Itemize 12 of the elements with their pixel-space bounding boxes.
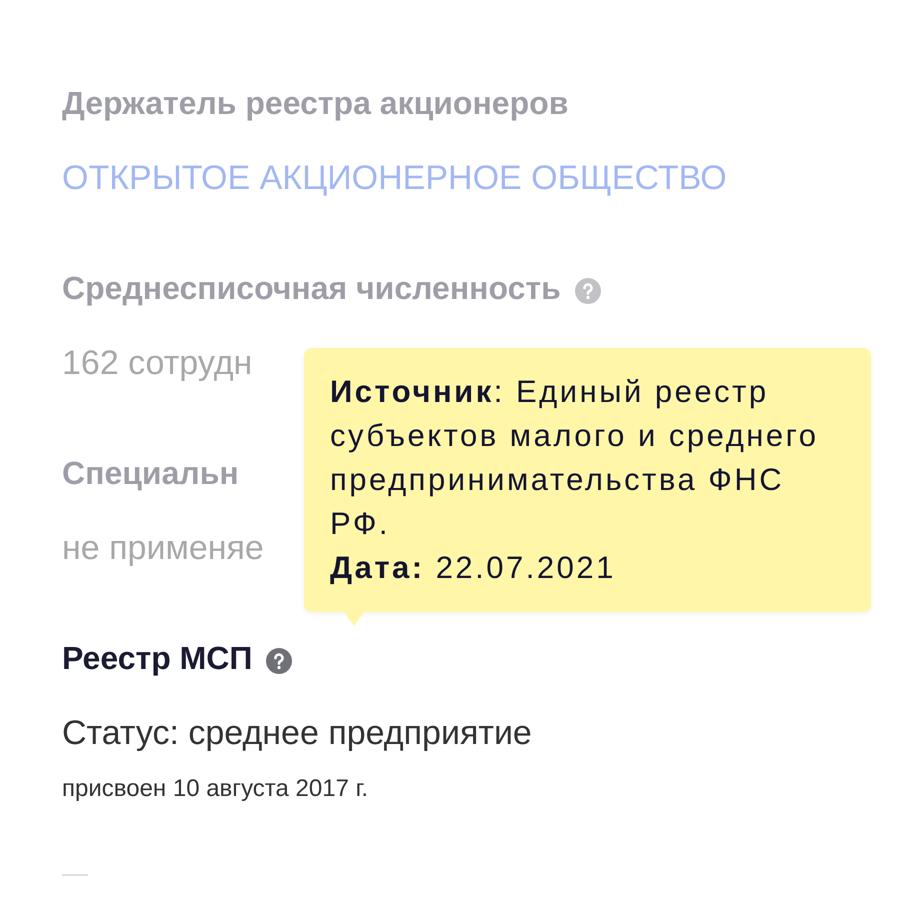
help-icon[interactable] bbox=[266, 648, 292, 674]
field-value: не применяе bbox=[62, 528, 264, 569]
tooltip-date: Дата: 22.07.2021 bbox=[330, 549, 617, 587]
status-text: Статус: среднее предприятие bbox=[62, 713, 532, 754]
assigned-date: присвоен 10 августа 2017 г. bbox=[62, 775, 368, 803]
section-title: Держатель реестра акционеров bbox=[62, 85, 568, 121]
field-value: 162 сотрудн bbox=[62, 343, 252, 384]
section-title: Среднесписочная численность bbox=[62, 270, 561, 306]
section-title: Реестр МСП bbox=[62, 640, 252, 676]
tooltip-source: Источник: Единый реестр субъектов малого и среднего предпринимательства ФНС РФ. bbox=[330, 373, 820, 543]
section-title: Специальн bbox=[62, 455, 239, 491]
holder-link[interactable]: ОТКРЫТОЕ АКЦИОНЕРНОЕ ОБЩЕСТВО bbox=[62, 158, 727, 199]
